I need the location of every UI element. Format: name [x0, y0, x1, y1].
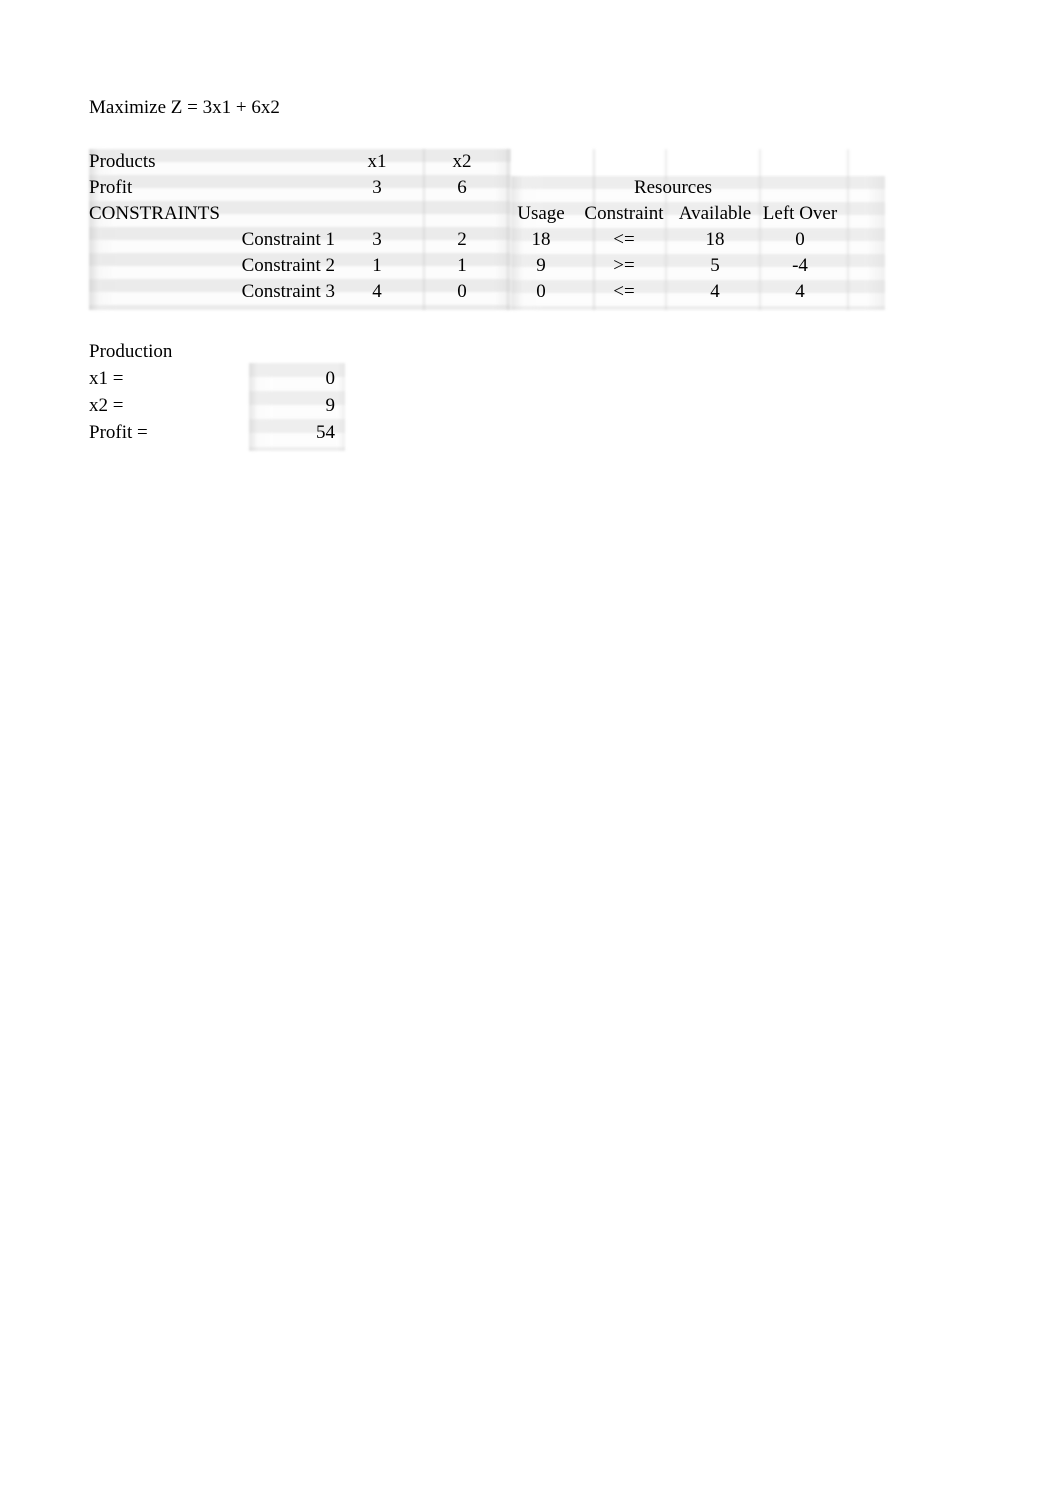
resources-group-header: Resources [633, 177, 713, 198]
cell-constraint-x2: 2 [457, 229, 467, 250]
cell-products-label: Products [89, 151, 156, 172]
cell-constraint-available: 4 [710, 281, 720, 302]
cell-constraint-operator: <= [613, 229, 635, 250]
table-row: Constraint 2 1 1 9 >= 5 -4 [89, 253, 841, 279]
cell-blank-usage [505, 149, 577, 175]
table-row: Constraint 1 3 2 18 <= 18 0 [89, 227, 841, 253]
cell-blank-x2-2 [419, 201, 505, 227]
production-table: Production x1 = 0 x2 = 9 Profit = 54 [89, 338, 335, 446]
header-x1: x1 [367, 151, 387, 172]
production-label-profit: Profit = [89, 422, 148, 443]
cell-constraint-x2: 0 [457, 281, 467, 302]
production-value-x2: 9 [325, 395, 336, 416]
list-item: Profit = 54 [89, 419, 335, 446]
production-label-x2: x2 = [89, 395, 124, 416]
cell-profit-x1: 3 [372, 177, 382, 198]
header-usage: Usage [517, 203, 565, 224]
cell-blank-leftover [759, 149, 841, 175]
cell-constraint-x2: 1 [457, 255, 467, 276]
production-section: Production x1 = 0 x2 = 9 Profit = 54 [89, 338, 335, 446]
cell-constraint-label: Constraint 3 [241, 281, 335, 302]
production-value-x1: 0 [325, 368, 336, 389]
cell-profit-label: Profit [89, 177, 133, 198]
production-label-x1: x1 = [89, 368, 124, 389]
production-title-blank [251, 338, 335, 365]
production-value-profit: 54 [316, 422, 335, 443]
header-x2: x2 [452, 151, 472, 172]
cell-constraint-usage: 0 [536, 281, 546, 302]
cell-constraints-title: CONSTRAINTS [89, 203, 220, 224]
list-item: x1 = 0 [89, 365, 335, 392]
cell-constraint-available: 5 [710, 255, 720, 276]
cell-constraint-x1: 3 [372, 229, 382, 250]
header-left-over: Left Over [762, 203, 838, 224]
cell-constraint-operator: >= [613, 255, 635, 276]
cell-constraint-leftover: 0 [795, 229, 805, 250]
cell-constraint-label: Constraint 1 [241, 229, 335, 250]
production-title-row: Production [89, 338, 335, 365]
cell-constraint-operator: <= [613, 281, 635, 302]
header-constraint: Constraint [584, 203, 664, 224]
table-row: Constraint 3 4 0 0 <= 4 4 [89, 279, 841, 305]
cell-profit-x2: 6 [457, 177, 467, 198]
cell-constraint-x1: 4 [372, 281, 382, 302]
objective-function-text: Maximize Z = 3x1 + 6x2 [89, 97, 280, 118]
cell-constraint-available: 18 [705, 229, 725, 250]
cell-constraint-label: Constraint 2 [241, 255, 335, 276]
spreadsheet-worksheet-page: { "objective": "Maximize Z = 3x1 + 6x2",… [0, 0, 1062, 1506]
header-available: Available [678, 203, 752, 224]
table-row-products: Products x1 x2 [89, 149, 841, 175]
cell-blank-x1-2 [335, 201, 419, 227]
cell-constraint-usage: 18 [531, 229, 551, 250]
cell-blank-available [671, 149, 759, 175]
table-row-profit: Profit 3 6 Resources [89, 175, 841, 201]
cell-constraint-x1: 1 [372, 255, 382, 276]
cell-blank-constraint [577, 149, 671, 175]
list-item: x2 = 9 [89, 392, 335, 419]
lp-model-table: Products x1 x2 Profit 3 6 Resources CONS… [89, 149, 841, 305]
cell-constraint-leftover: -4 [792, 255, 808, 276]
cell-constraint-usage: 9 [536, 255, 546, 276]
production-title: Production [89, 341, 173, 362]
table-row-constraints-title: CONSTRAINTS Usage Constraint Available L… [89, 201, 841, 227]
cell-constraint-leftover: 4 [795, 281, 805, 302]
